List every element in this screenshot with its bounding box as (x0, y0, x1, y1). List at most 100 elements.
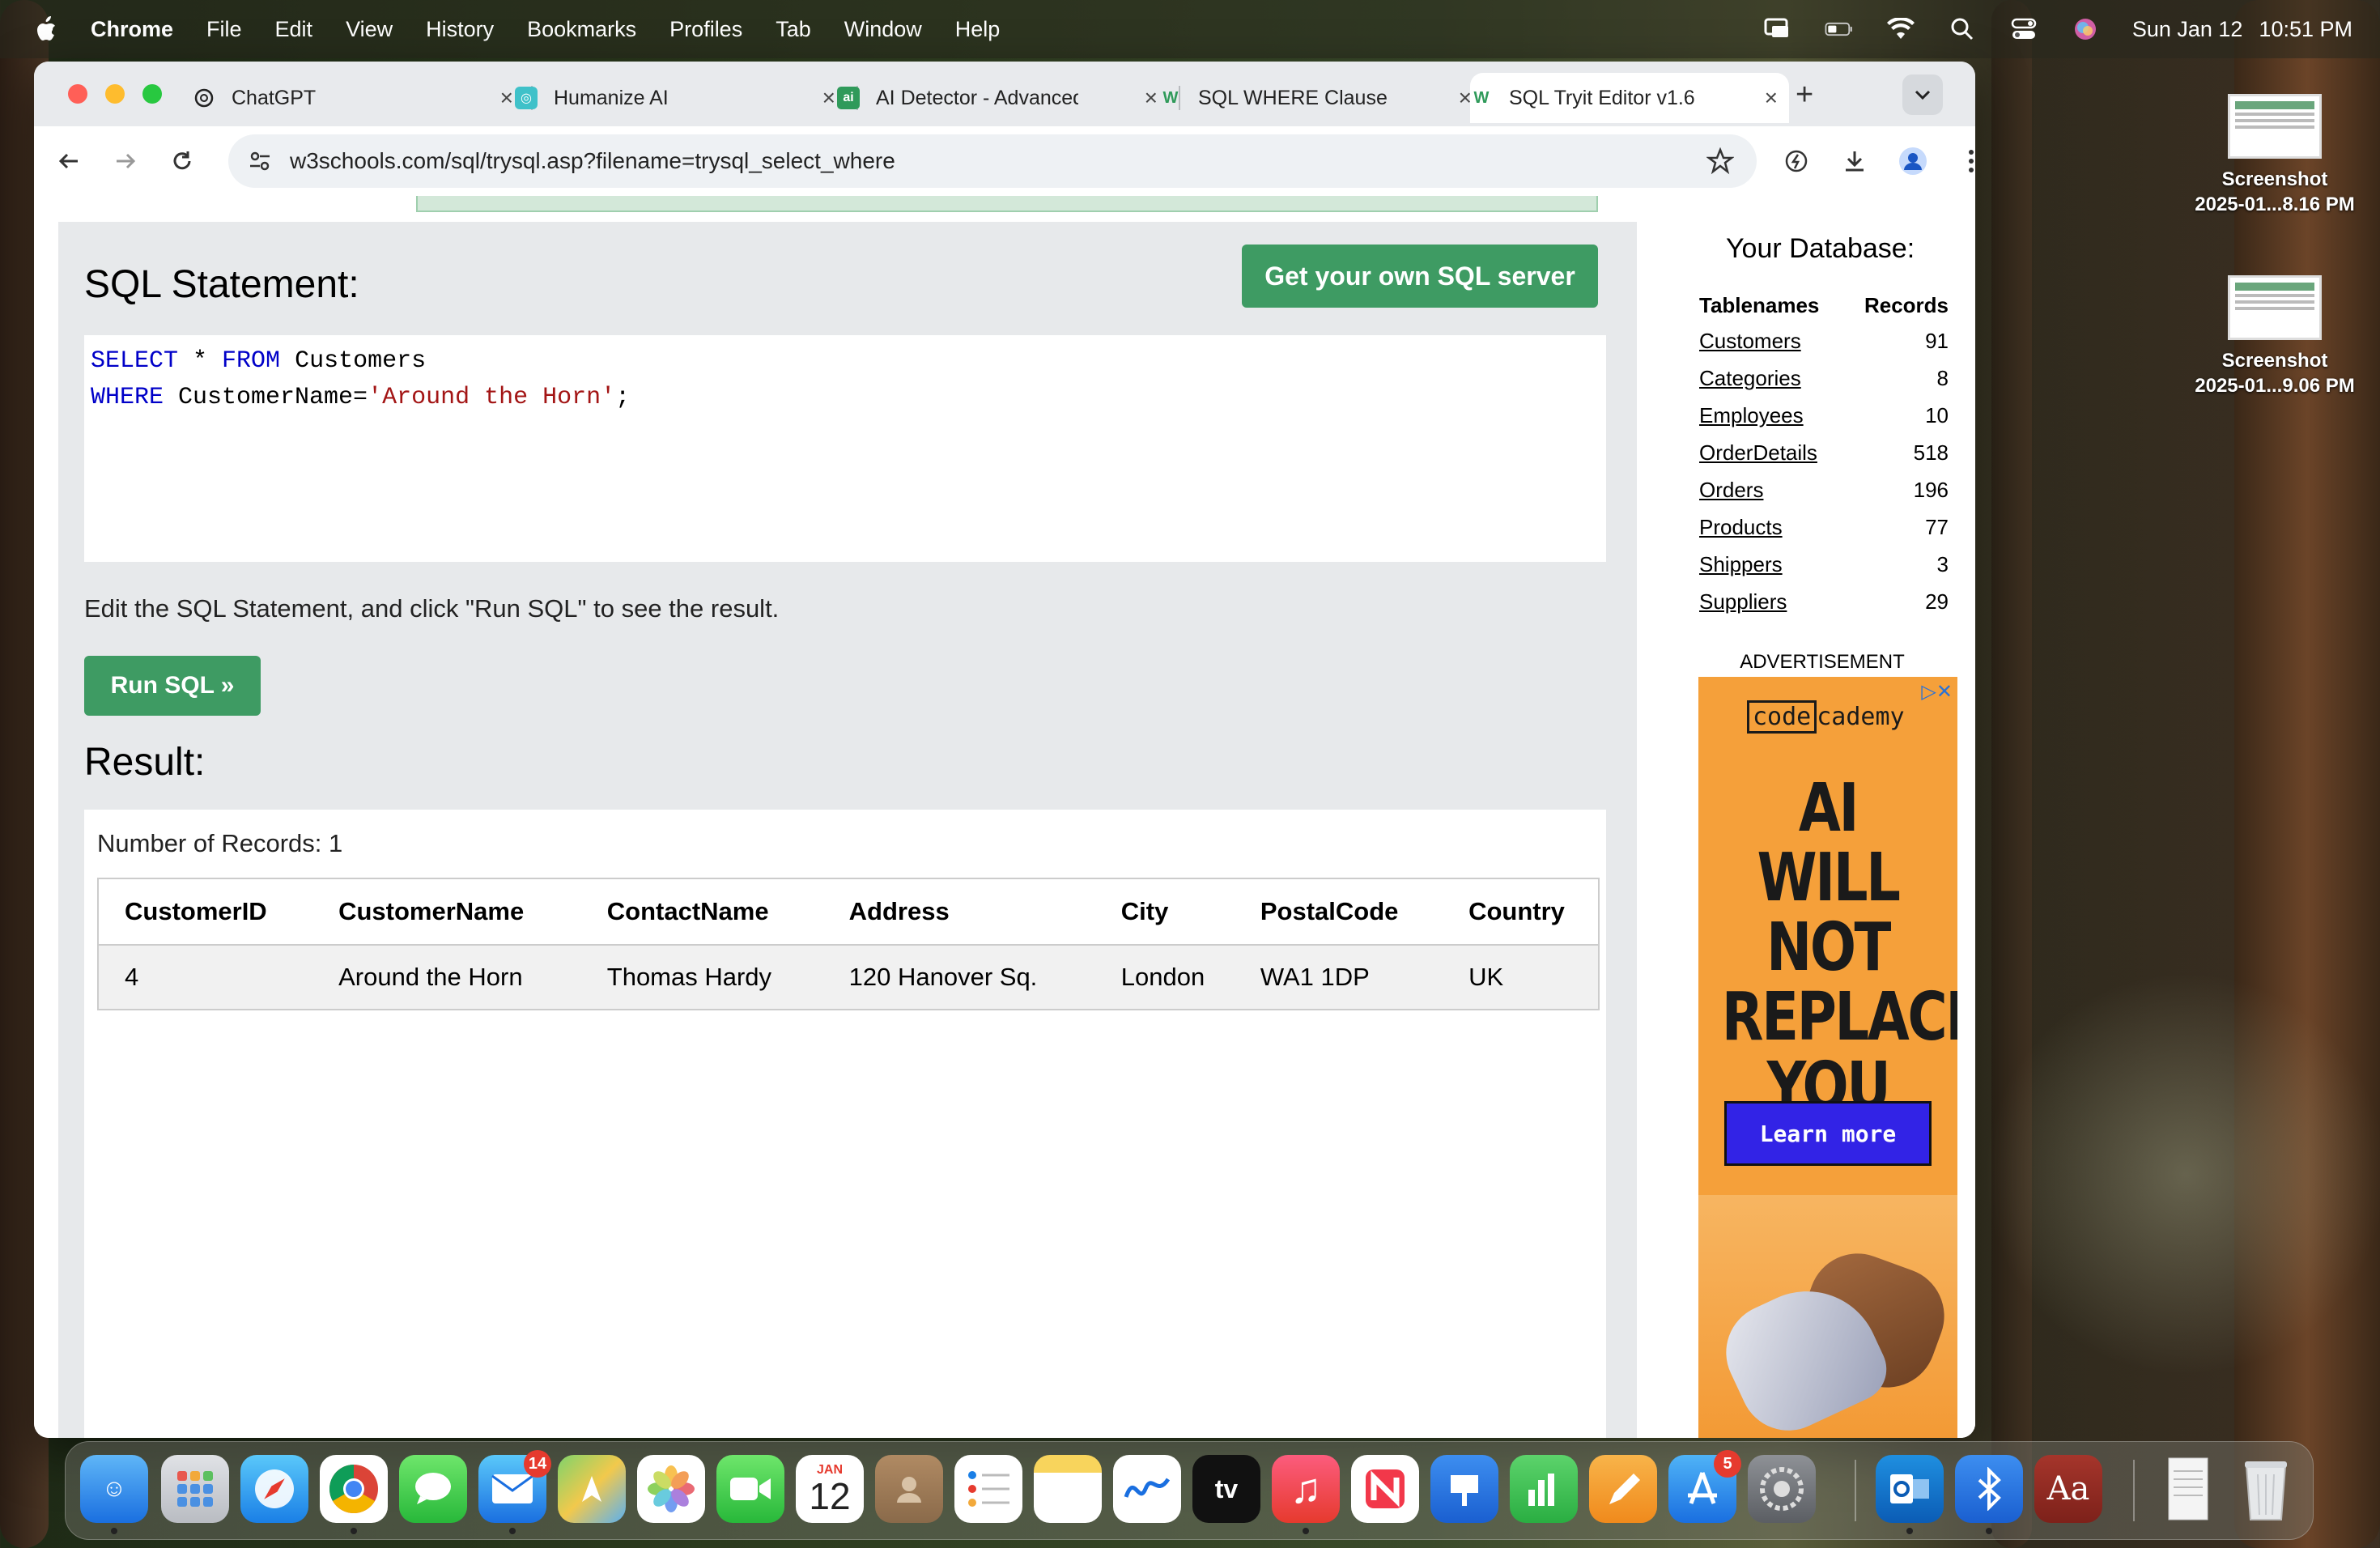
app-store-icon[interactable]: 5 (1668, 1450, 1741, 1523)
news-icon[interactable] (1351, 1455, 1419, 1523)
table-link-categories[interactable]: Categories (1699, 366, 1801, 390)
sql-code-editor[interactable]: SELECT * FROM Customers WHERE CustomerNa… (84, 335, 1606, 562)
menubar-time[interactable]: 10:51 PM (2259, 17, 2352, 42)
menubar-date[interactable]: Sun Jan 12 (2132, 17, 2243, 42)
calendar-icon[interactable]: JAN 12 (796, 1455, 864, 1523)
instruction-text: Edit the SQL Statement, and click "Run S… (84, 594, 780, 623)
menu-help[interactable]: Help (955, 17, 1001, 42)
close-window-button[interactable] (68, 84, 87, 104)
safari-icon[interactable] (240, 1455, 308, 1523)
menu-tab[interactable]: Tab (776, 17, 811, 42)
mail-icon[interactable]: 14 (478, 1450, 551, 1534)
ad-learn-more-button[interactable]: Learn more (1724, 1101, 1932, 1166)
wifi-icon[interactable] (1886, 16, 1915, 42)
launchpad-icon[interactable] (161, 1455, 229, 1523)
ad-choices-icon[interactable]: ▷✕ (1921, 680, 1953, 704)
menu-history[interactable]: History (426, 17, 494, 42)
menu-window[interactable]: Window (844, 17, 922, 42)
tab-title: Humanize AI (554, 86, 669, 109)
address-bar[interactable]: w3schools.com/sql/trysql.asp?filename=tr… (228, 134, 1757, 188)
forward-button[interactable] (108, 144, 142, 178)
tab-chatgpt[interactable]: ChatGPT × (193, 73, 525, 123)
back-button[interactable] (52, 144, 86, 178)
control-center-icon[interactable] (2009, 16, 2038, 42)
close-tab-icon[interactable]: × (1765, 85, 1778, 111)
spotlight-search-icon[interactable] (1948, 16, 1977, 42)
menu-bookmarks[interactable]: Bookmarks (527, 17, 636, 42)
menu-app-name[interactable]: Chrome (91, 17, 173, 42)
ad-brand-part: cademy (1817, 703, 1905, 731)
close-tab-icon[interactable]: × (500, 85, 513, 111)
system-settings-icon[interactable] (1748, 1455, 1816, 1523)
apple-icon[interactable] (31, 13, 63, 45)
record-count: 10 (1925, 402, 1949, 427)
pages-icon[interactable] (1589, 1455, 1657, 1523)
desktop-screenshot-file[interactable]: Screenshot 2025-01...9.06 PM (2194, 275, 2356, 398)
tab-search-button[interactable] (1902, 74, 1943, 115)
macos-dock: ☺ 14 JAN 12 tv ♫ 5 Aa (65, 1441, 2314, 1540)
profile-avatar-icon[interactable] (1896, 144, 1930, 178)
table-link-customers[interactable]: Customers (1699, 329, 1801, 353)
tab-sql-where-clause[interactable]: W SQL WHERE Clause × (1159, 73, 1483, 123)
desktop-screenshot-file[interactable]: Screenshot 2025-01...8.16 PM (2194, 94, 2356, 217)
battery-icon[interactable] (1825, 16, 1854, 42)
trash-icon[interactable] (2232, 1455, 2300, 1523)
table-link-shippers[interactable]: Shippers (1699, 552, 1783, 576)
freeform-icon[interactable] (1113, 1455, 1181, 1523)
reminders-icon[interactable] (954, 1455, 1022, 1523)
close-tab-icon[interactable]: × (1145, 85, 1158, 111)
table-link-suppliers[interactable]: Suppliers (1699, 589, 1787, 614)
column-header: CustomerID (98, 878, 313, 945)
column-header: City (1094, 878, 1235, 945)
table-link-orders[interactable]: Orders (1699, 478, 1763, 502)
tab-title: ChatGPT (232, 86, 317, 109)
bookmark-star-icon[interactable] (1706, 147, 1735, 179)
numbers-icon[interactable] (1510, 1455, 1578, 1523)
screen-mirroring-icon[interactable] (1763, 16, 1792, 42)
documents-stack-icon[interactable] (2154, 1455, 2222, 1523)
file-name-line2: 2025-01...9.06 PM (2195, 375, 2355, 397)
file-name-line1: Screenshot (2221, 168, 2328, 190)
tab-ai-detector[interactable]: ai AI Detector - Advanced × (837, 73, 1169, 123)
new-tab-button[interactable]: + (1796, 78, 1813, 113)
dictionary-icon[interactable]: Aa (2034, 1455, 2102, 1523)
outlook-icon[interactable] (1876, 1455, 1944, 1534)
photos-icon[interactable] (637, 1455, 705, 1523)
menu-view[interactable]: View (346, 17, 393, 42)
messages-icon[interactable] (399, 1455, 467, 1523)
menu-edit[interactable]: Edit (275, 17, 313, 42)
sql-string: 'Around the Horn' (368, 384, 616, 411)
extension-icon[interactable] (1779, 144, 1813, 178)
advertisement-banner[interactable]: ▷✕ code cademy AI WILL NOT REPLACE YOU Le… (1698, 677, 1957, 1438)
keynote-icon[interactable] (1430, 1455, 1498, 1523)
table-link-employees[interactable]: Employees (1699, 403, 1804, 427)
menu-profiles[interactable]: Profiles (669, 17, 742, 42)
chrome-menu-icon[interactable] (1954, 144, 1975, 178)
menu-file[interactable]: File (206, 17, 242, 42)
finder-icon[interactable]: ☺ (80, 1455, 148, 1534)
table-link-products[interactable]: Products (1699, 515, 1783, 539)
bluetooth-icon[interactable] (1955, 1455, 2023, 1534)
maps-icon[interactable] (558, 1455, 626, 1523)
chrome-icon[interactable] (320, 1455, 388, 1534)
tab-sql-tryit-editor[interactable]: W SQL Tryit Editor v1.6 × (1470, 73, 1789, 123)
url-text[interactable]: w3schools.com/sql/trysql.asp?filename=tr… (290, 148, 895, 174)
reload-button[interactable] (165, 144, 199, 178)
close-tab-icon[interactable]: × (822, 85, 835, 111)
run-sql-button[interactable]: Run SQL » (84, 656, 261, 716)
tab-humanize-ai[interactable]: ◎ Humanize AI × (515, 73, 847, 123)
database-sidebar: Your Database: Tablenames Records Custom… (1669, 196, 1975, 1438)
minimize-window-button[interactable] (105, 84, 125, 104)
facetime-icon[interactable] (716, 1455, 784, 1523)
site-settings-icon[interactable] (248, 149, 272, 177)
table-link-orderdetails[interactable]: OrderDetails (1699, 440, 1817, 465)
siri-icon[interactable] (2071, 16, 2100, 42)
download-icon[interactable] (1838, 144, 1872, 178)
music-icon[interactable]: ♫ (1272, 1455, 1340, 1534)
get-sql-server-button[interactable]: Get your own SQL server (1242, 245, 1598, 308)
sql-statement-heading: SQL Statement: (84, 263, 359, 306)
contacts-icon[interactable] (875, 1455, 943, 1523)
notes-icon[interactable] (1034, 1455, 1102, 1523)
zoom-window-button[interactable] (142, 84, 162, 104)
apple-tv-icon[interactable]: tv (1192, 1455, 1260, 1523)
